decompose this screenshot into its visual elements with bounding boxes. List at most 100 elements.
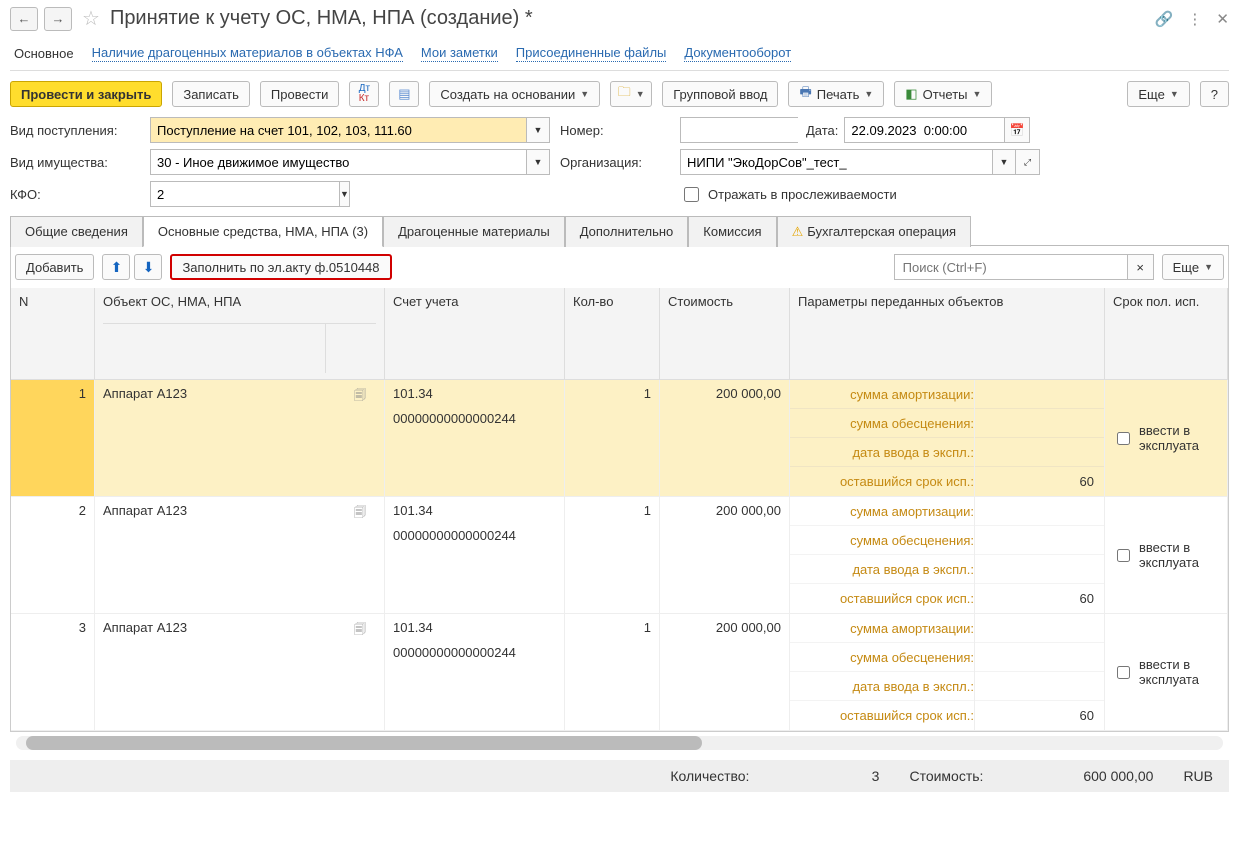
- nav-forward-button[interactable]: →: [44, 7, 72, 31]
- report-icon: ◧: [905, 86, 917, 102]
- col-n[interactable]: N: [11, 288, 95, 380]
- dtkt-button[interactable]: ДтКт: [349, 81, 379, 107]
- nav-link-docflow[interactable]: Документооборот: [684, 45, 791, 62]
- kebab-menu-icon[interactable]: ⋮: [1187, 10, 1202, 28]
- cell-object[interactable]: Аппарат А123 🗐: [95, 614, 385, 730]
- cell-account[interactable]: 101.34 00000000000000244: [385, 614, 565, 730]
- receipt-type-dropdown-icon[interactable]: ▼: [526, 117, 550, 143]
- tab-assets[interactable]: Основные средства, НМА, НПА (3): [143, 216, 383, 247]
- copy-icon[interactable]: 🗐: [354, 620, 366, 641]
- tab-commission[interactable]: Комиссия: [688, 216, 776, 247]
- cell-action[interactable]: ввести в эксплуата: [1105, 497, 1228, 613]
- kfo-input[interactable]: [150, 181, 339, 207]
- traceability-checkbox[interactable]: [684, 187, 699, 202]
- favorite-star-icon[interactable]: ☆: [82, 6, 100, 31]
- group-input-button[interactable]: Групповой ввод: [662, 81, 778, 107]
- calendar-button[interactable]: 📅: [1004, 117, 1030, 143]
- help-button[interactable]: ?: [1200, 81, 1229, 107]
- nav-section-main[interactable]: Основное: [14, 46, 74, 61]
- org-dropdown-icon[interactable]: ▼: [992, 149, 1016, 175]
- nav-link-notes[interactable]: Мои заметки: [421, 45, 498, 62]
- enter-exploit-checkbox[interactable]: [1117, 549, 1130, 562]
- horizontal-scrollbar[interactable]: [16, 736, 1223, 750]
- copy-icon[interactable]: 🗐: [354, 386, 366, 407]
- move-down-button[interactable]: ⬇: [134, 254, 162, 280]
- add-row-button[interactable]: Добавить: [15, 254, 94, 280]
- org-input[interactable]: [680, 149, 992, 175]
- create-based-on-button[interactable]: Создать на основании▼: [429, 81, 600, 107]
- cell-cost[interactable]: 200 000,00: [660, 497, 790, 613]
- cell-action[interactable]: ввести в эксплуата: [1105, 614, 1228, 730]
- cell-cost[interactable]: 200 000,00: [660, 614, 790, 730]
- cell-action[interactable]: ввести в эксплуата: [1105, 380, 1228, 496]
- table-row[interactable]: 1 Аппарат А123 🗐 101.34 0000000000000024…: [11, 380, 1228, 497]
- receipt-type-input[interactable]: [150, 117, 526, 143]
- col-cost[interactable]: Стоимость: [660, 288, 790, 380]
- org-field[interactable]: ▼ ⤢: [680, 149, 1040, 175]
- nav-link-files[interactable]: Присоединенные файлы: [516, 45, 667, 62]
- cell-params[interactable]: сумма амортизации: сумма обесценения: да…: [790, 380, 1105, 496]
- tab-accounting[interactable]: ⚠Бухгалтерская операция: [777, 216, 972, 247]
- move-up-button[interactable]: ⬆: [102, 254, 130, 280]
- post-and-close-button[interactable]: Провести и закрыть: [10, 81, 162, 107]
- receipt-type-field[interactable]: ▼: [150, 117, 550, 143]
- clear-search-button[interactable]: ×: [1128, 254, 1154, 280]
- cell-qty[interactable]: 1: [565, 614, 660, 730]
- table-row[interactable]: 3 Аппарат А123 🗐 101.34 0000000000000024…: [11, 614, 1228, 731]
- cell-cost[interactable]: 200 000,00: [660, 380, 790, 496]
- cell-rownum: 1: [11, 380, 95, 496]
- cell-account[interactable]: 101.34 00000000000000244: [385, 497, 565, 613]
- close-icon: ×: [1136, 260, 1144, 275]
- asset-type-field[interactable]: ▼: [150, 149, 550, 175]
- tab-precious[interactable]: Драгоценные материалы: [383, 216, 565, 247]
- number-input[interactable]: [680, 117, 798, 143]
- asset-type-dropdown-icon[interactable]: ▼: [526, 149, 550, 175]
- print-button[interactable]: 🖶 Печать▼: [788, 81, 884, 107]
- cell-params[interactable]: сумма амортизации: сумма обесценения: да…: [790, 497, 1105, 613]
- link-icon[interactable]: 🔗: [1155, 10, 1174, 28]
- scrollbar-thumb[interactable]: [26, 736, 702, 750]
- save-button[interactable]: Записать: [172, 81, 250, 107]
- org-expand-icon[interactable]: ⤢: [1016, 149, 1040, 175]
- post-button[interactable]: Провести: [260, 81, 340, 107]
- cell-rownum: 2: [11, 497, 95, 613]
- warning-icon: ⚠: [792, 224, 804, 239]
- cell-object[interactable]: Аппарат А123 🗐: [95, 380, 385, 496]
- journal-button[interactable]: ▤: [389, 81, 419, 107]
- reports-button[interactable]: ◧ Отчеты▼: [894, 81, 992, 107]
- cell-params[interactable]: сумма амортизации: сумма обесценения: да…: [790, 614, 1105, 730]
- nav-link-precious[interactable]: Наличие драгоценных материалов в объекта…: [92, 45, 403, 62]
- tab-extra[interactable]: Дополнительно: [565, 216, 689, 247]
- date-input[interactable]: [844, 117, 1004, 143]
- asset-type-input[interactable]: [150, 149, 526, 175]
- journal-icon: ▤: [398, 86, 410, 102]
- date-label: Дата:: [806, 123, 838, 138]
- enter-exploit-label: ввести в эксплуата: [1139, 657, 1219, 687]
- more-button[interactable]: Еще▼: [1127, 81, 1189, 107]
- enter-exploit-label: ввести в эксплуата: [1139, 423, 1219, 453]
- copy-icon[interactable]: 🗐: [354, 503, 366, 524]
- attach-button[interactable]: 🗀▼: [610, 81, 652, 107]
- cell-qty[interactable]: 1: [565, 380, 660, 496]
- cell-account[interactable]: 101.34 00000000000000244: [385, 380, 565, 496]
- table-search-input[interactable]: [894, 254, 1128, 280]
- table-more-button[interactable]: Еще▼: [1162, 254, 1224, 280]
- kfo-label: КФО:: [10, 187, 140, 202]
- col-account[interactable]: Счет учета: [385, 288, 565, 380]
- col-qty[interactable]: Кол-во: [565, 288, 660, 380]
- table-row[interactable]: 2 Аппарат А123 🗐 101.34 0000000000000024…: [11, 497, 1228, 614]
- nav-back-button[interactable]: ←: [10, 7, 38, 31]
- arrow-up-icon: ⬆: [111, 259, 123, 276]
- kfo-field[interactable]: ▼: [150, 181, 230, 207]
- close-window-icon[interactable]: ✕: [1216, 10, 1229, 28]
- enter-exploit-checkbox[interactable]: [1117, 666, 1130, 679]
- col-lifespan[interactable]: Срок пол. исп.: [1105, 288, 1228, 380]
- cell-qty[interactable]: 1: [565, 497, 660, 613]
- tab-general[interactable]: Общие сведения: [10, 216, 143, 247]
- col-params[interactable]: Параметры переданных объектов: [790, 288, 1105, 380]
- cell-object[interactable]: Аппарат А123 🗐: [95, 497, 385, 613]
- fill-by-eact-button[interactable]: Заполнить по эл.акту ф.0510448: [170, 254, 391, 280]
- col-object[interactable]: Объект ОС, НМА, НПА: [95, 288, 385, 380]
- kfo-dropdown-icon[interactable]: ▼: [339, 181, 350, 207]
- enter-exploit-checkbox[interactable]: [1117, 432, 1130, 445]
